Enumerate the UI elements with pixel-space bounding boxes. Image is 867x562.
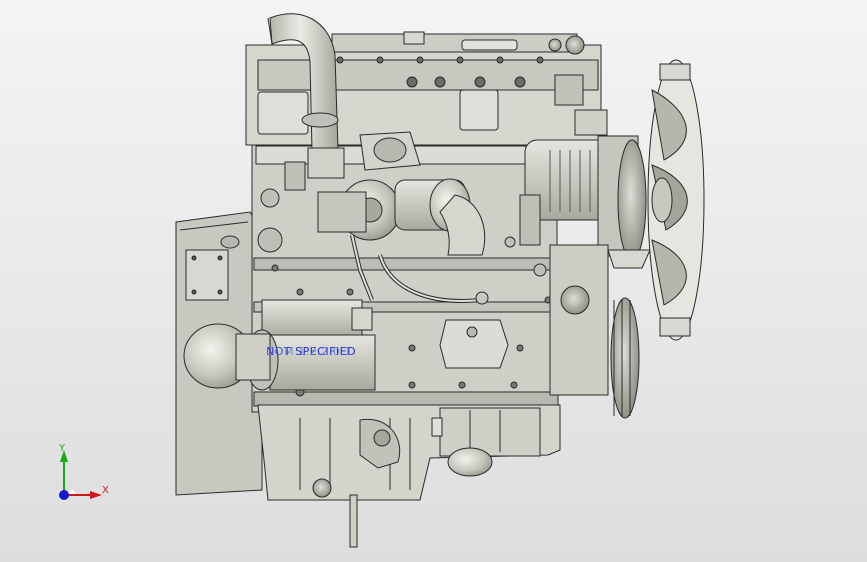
triad-graphic: [59, 450, 102, 500]
cad-viewport[interactable]: NOT SPECIFIED DOM 1.2.2:0.1 X Y: [0, 0, 867, 562]
z-axis: [59, 490, 69, 500]
cover-plate: [439, 319, 509, 369]
x-axis-arrow: [90, 491, 102, 499]
timing-cover: [549, 244, 640, 419]
dipstick: [349, 494, 358, 548]
oil-pan: [257, 404, 561, 501]
engine-model[interactable]: [0, 0, 867, 562]
axis-triad: X Y: [44, 440, 124, 510]
cylinder-head: [245, 31, 608, 146]
alternator-dome: [183, 323, 271, 389]
x-axis-label: X: [102, 485, 109, 496]
y-axis-label: Y: [59, 443, 66, 454]
cooling-fan: [647, 59, 705, 341]
